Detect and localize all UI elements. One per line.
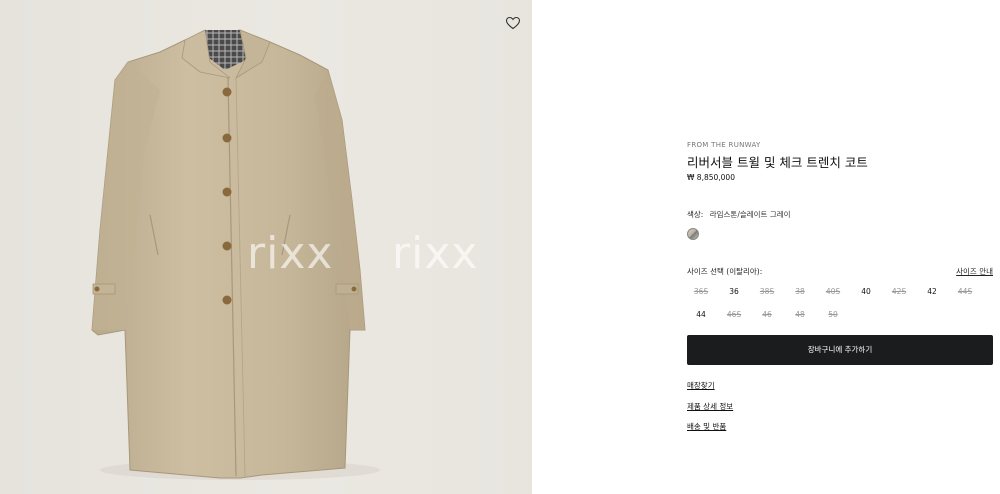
collection-eyebrow: FROM THE RUNWAY <box>687 141 761 149</box>
color-swatch[interactable] <box>687 228 699 240</box>
size-option[interactable]: 36 <box>720 286 748 298</box>
watermark-text: rixx <box>392 228 479 279</box>
color-selector: 색상: 라임스톤/슬레이트 그레이 <box>687 209 791 220</box>
size-guide-link[interactable]: 사이즈 안내 <box>956 266 993 277</box>
size-option[interactable]: 50 <box>819 309 847 321</box>
watermark-text: rixx <box>247 228 334 279</box>
size-option[interactable]: 48 <box>786 309 814 321</box>
product-image: rixx rixx <box>0 0 532 494</box>
wishlist-heart-icon[interactable] <box>505 15 521 31</box>
add-to-cart-button[interactable]: 장바구니에 추가하기 <box>687 335 993 365</box>
size-option[interactable]: 42S <box>885 286 913 298</box>
size-option[interactable]: 40 <box>852 286 880 298</box>
size-option[interactable]: 38 <box>786 286 814 298</box>
store-finder-link[interactable]: 매장찾기 <box>687 380 715 391</box>
size-option[interactable]: 46 <box>753 309 781 321</box>
product-details-panel: FROM THE RUNWAY 리버서블 트윌 및 체크 트렌치 코트 ₩ 8,… <box>687 0 993 494</box>
product-title: 리버서블 트윌 및 체크 트렌치 코트 <box>687 155 868 170</box>
product-details-link[interactable]: 제품 상세 정보 <box>687 401 733 412</box>
size-option[interactable]: 42 <box>918 286 946 298</box>
product-price: ₩ 8,850,000 <box>687 173 735 182</box>
size-option[interactable]: 44S <box>951 286 979 298</box>
size-option[interactable]: 44 <box>687 309 715 321</box>
color-label: 색상: <box>687 210 704 219</box>
size-selector-header: 사이즈 선택 (이탈리아): 사이즈 안내 <box>687 266 993 277</box>
size-label: 사이즈 선택 (이탈리아): <box>687 267 763 276</box>
size-option[interactable]: 36S <box>687 286 715 298</box>
size-option[interactable]: 40S <box>819 286 847 298</box>
color-value: 라임스톤/슬레이트 그레이 <box>709 210 791 219</box>
size-option[interactable]: 38S <box>753 286 781 298</box>
size-option[interactable]: 46S <box>720 309 748 321</box>
shipping-returns-link[interactable]: 배송 및 반품 <box>687 421 726 432</box>
